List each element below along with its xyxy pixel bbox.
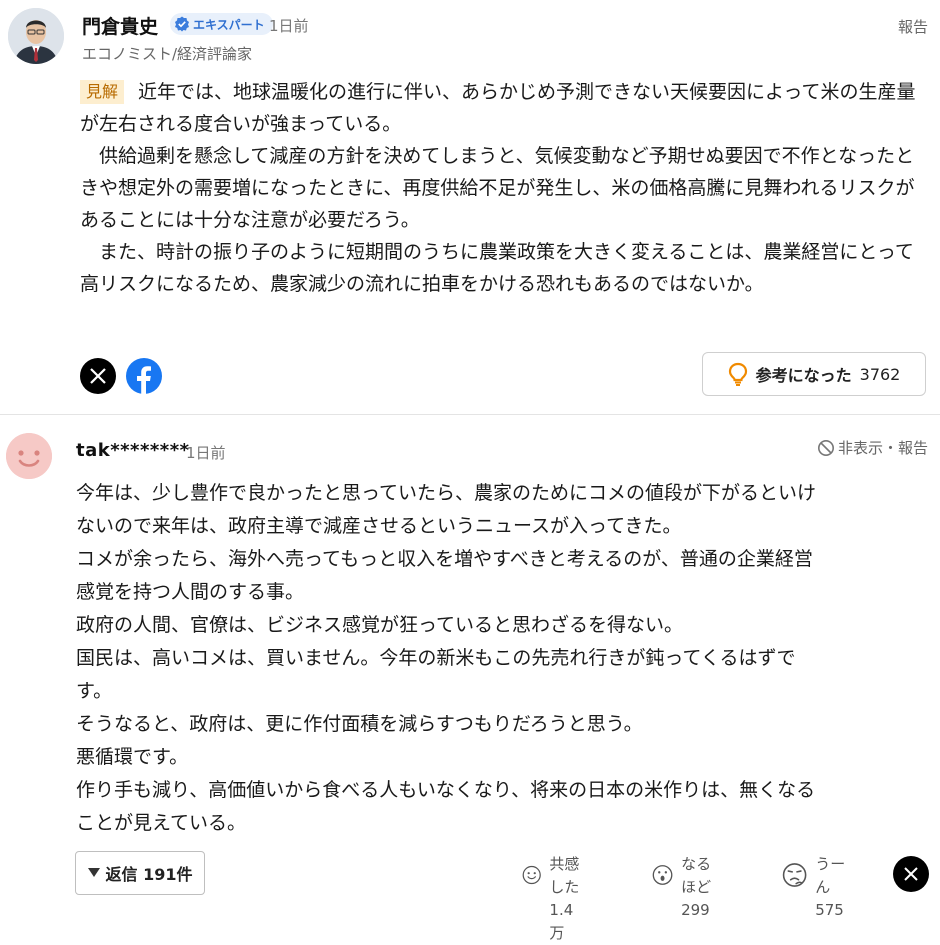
reaction-empathy[interactable]: 共感した 1.4万 xyxy=(522,853,586,945)
expert-comment: 門倉貴史 エキスパート 1日前 エコノミスト/経済評論家 報告 見解 近年では、… xyxy=(0,0,940,414)
hide-report-label: 非表示・報告 xyxy=(837,439,928,457)
reaction-count: 575 xyxy=(815,901,844,919)
comment-line: ないので来年は、政府主導で減産させるというニュースが入ってきた。 xyxy=(76,515,682,537)
paragraph: 近年では、地球温暖化の進行に伴い、あらかじめ予測できない天候要因によって米の生産… xyxy=(80,81,916,135)
post-time: 1日前 xyxy=(269,17,309,35)
lightbulb-icon xyxy=(728,362,747,386)
user-comment-body: 今年は、少し豊作で良かったと思っていたら、農家のためにコメの値段が下がるといけ … xyxy=(76,477,924,840)
reaction-understood[interactable]: なるほど 299 xyxy=(652,853,721,922)
person-photo-icon xyxy=(8,8,64,64)
smiley-avatar-icon xyxy=(6,433,52,479)
reaction-count: 1.4万 xyxy=(549,901,574,942)
comment-line: 政府の人間、官僚は、ビジネス感覚が狂っていると思わざるを得ない。 xyxy=(76,614,684,636)
comment-line: 国民は、高いコメは、買いません。今年の新米もこの先売れ行きが鈍ってくるはずで xyxy=(76,647,796,669)
expert-avatar[interactable] xyxy=(8,8,64,64)
thinking-icon xyxy=(782,863,807,887)
report-link[interactable]: 報告 xyxy=(898,16,928,37)
comment-line: コメが余ったら、海外へ売ってもっと収入を増やすべきと考えるのが、普通の企業経営 xyxy=(76,548,813,570)
post-time: 1日前 xyxy=(186,444,226,462)
reaction-label: うーん xyxy=(815,855,846,896)
x-icon xyxy=(90,368,106,384)
smile-icon xyxy=(522,865,541,885)
reaction-label: 共感した xyxy=(549,855,580,896)
reply-label: 返信 191件 xyxy=(105,865,193,884)
user-name[interactable]: tak******** xyxy=(76,440,190,461)
reaction-label: なるほど xyxy=(681,855,712,896)
user-avatar[interactable] xyxy=(6,433,52,479)
surprised-icon xyxy=(652,865,673,885)
helpful-label: 参考になった xyxy=(755,366,852,385)
expert-badge: エキスパート xyxy=(170,13,273,35)
user-comment: tak******** 1日前 非表示・報告 今年は、少し豊作で良かったと思って… xyxy=(0,415,940,942)
expert-profession: エコノミスト/経済評論家 xyxy=(82,45,253,63)
x-icon xyxy=(904,867,918,881)
comment-line: 今年は、少し豊作で良かったと思っていたら、農家のためにコメの値段が下がるといけ xyxy=(76,482,817,504)
caret-down-icon xyxy=(87,868,100,877)
prohibit-icon xyxy=(817,439,834,456)
helpful-count: 3762 xyxy=(859,364,901,384)
comment-line: す。 xyxy=(76,680,113,702)
share-x-button[interactable] xyxy=(893,856,929,892)
share-x-button[interactable] xyxy=(80,358,116,394)
helpful-button[interactable]: 参考になった 3762 xyxy=(702,352,926,396)
comment-line: 悪循環です。 xyxy=(76,746,189,768)
paragraph: また、時計の振り子のように短期間のうちに農業政策を大きく変えることは、農業経営に… xyxy=(80,241,914,295)
expert-comment-body: 近年では、地球温暖化の進行に伴い、あらかじめ予測できない天候要因によって米の生産… xyxy=(80,76,928,300)
reaction-hmm[interactable]: うーん 575 xyxy=(782,853,851,922)
paragraph: 供給過剰を懸念して減産の方針を決めてしまうと、気候変動など予期せぬ要因で不作とな… xyxy=(80,145,915,231)
reply-button[interactable]: 返信 191件 xyxy=(75,851,205,895)
comment-line: 感覚を持つ人間のする事。 xyxy=(76,581,305,603)
comment-line: ことが見えている。 xyxy=(76,812,247,834)
expert-name[interactable]: 門倉貴史 xyxy=(82,12,158,39)
share-facebook-button[interactable] xyxy=(126,358,162,394)
comment-line: そうなると、政府は、更に作付面積を減らすつもりだろうと思う。 xyxy=(76,713,643,735)
hide-report-link[interactable]: 非表示・報告 xyxy=(817,437,928,458)
comment-line: 作り手も減り、高価値いから食べる人もいなくなり、将来の日本の米作りは、無くなる xyxy=(76,779,816,801)
verified-check-icon xyxy=(175,16,189,32)
reaction-count: 299 xyxy=(681,901,710,919)
badge-label: エキスパート xyxy=(193,17,265,32)
facebook-icon xyxy=(137,366,151,394)
